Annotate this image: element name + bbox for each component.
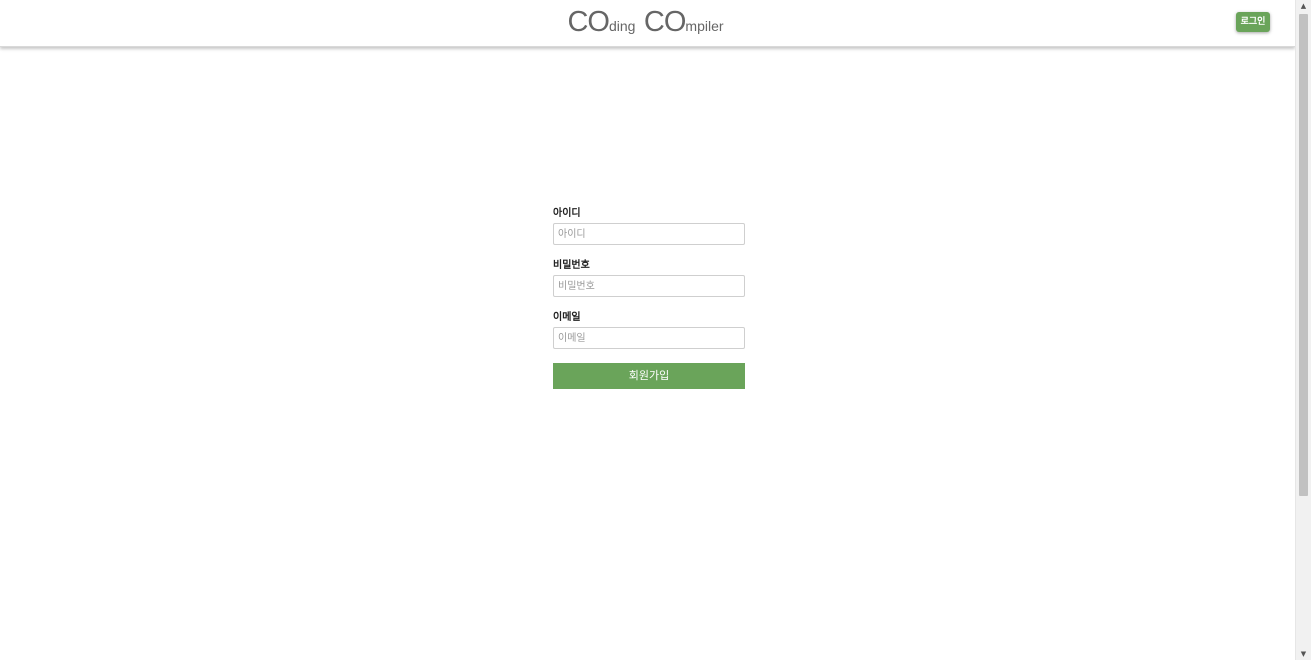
logo-letter-o-2: O bbox=[663, 6, 687, 38]
logo-letter-c-2: C bbox=[643, 6, 665, 38]
signup-button[interactable]: 회원가입 bbox=[553, 363, 745, 389]
email-label: 이메일 bbox=[553, 312, 581, 323]
vertical-scrollbar[interactable]: ▲ ▼ bbox=[1295, 0, 1311, 660]
login-button[interactable]: 로그인 bbox=[1236, 12, 1270, 32]
signup-form: 아이디 비밀번호 이메일 회원가입 bbox=[553, 207, 745, 389]
top-header: COding COmpiler 로그인 bbox=[0, 0, 1295, 47]
logo-letter-o: O bbox=[587, 6, 610, 38]
password-label: 비밀번호 bbox=[553, 260, 590, 271]
username-input[interactable] bbox=[553, 223, 745, 245]
scroll-thumb[interactable] bbox=[1299, 14, 1308, 496]
password-input[interactable] bbox=[553, 275, 745, 297]
scroll-down-arrow-icon[interactable]: ▼ bbox=[1296, 648, 1311, 660]
logo-text-mpiler: mpiler bbox=[685, 18, 724, 34]
logo-letter-c: C bbox=[567, 6, 588, 38]
username-label: 아이디 bbox=[553, 208, 581, 219]
site-logo[interactable]: COding COmpiler bbox=[0, 6, 1295, 39]
page: COding COmpiler 로그인 아이디 비밀번호 이메일 회원가입 ▲ … bbox=[0, 0, 1311, 660]
email-input[interactable] bbox=[553, 327, 745, 349]
logo-text-ding: ding bbox=[608, 18, 636, 34]
scroll-up-arrow-icon[interactable]: ▲ bbox=[1296, 0, 1311, 12]
